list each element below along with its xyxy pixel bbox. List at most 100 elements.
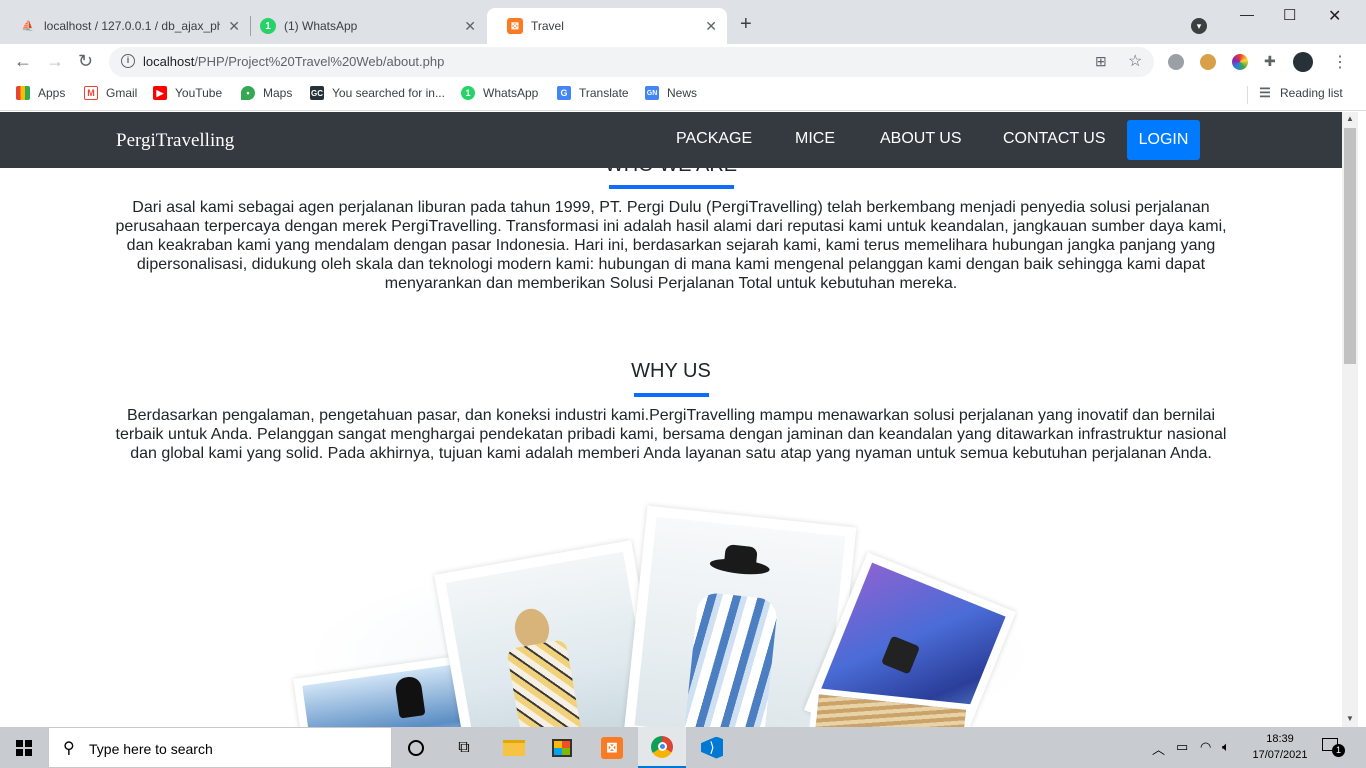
reload-icon[interactable]: ↻ (78, 52, 93, 70)
nav-mice[interactable]: MICE (795, 130, 835, 148)
reading-list-button[interactable]: ☰ Reading list (1258, 85, 1343, 100)
youtube-icon: ▶ (153, 86, 167, 100)
close-tab-icon[interactable]: ✕ (705, 18, 717, 35)
clock-time: 18:39 (1266, 733, 1294, 745)
taskbar-search-box[interactable]: ⚲ Type here to search (48, 727, 392, 768)
extension-gear-icon[interactable] (1168, 54, 1184, 70)
extensions-puzzle-icon[interactable]: ✚ (1264, 53, 1276, 70)
close-tab-icon[interactable]: ✕ (464, 18, 476, 35)
tab-phpmyadmin[interactable]: ⛵ localhost / 127.0.0.1 / db_ajax_ph ✕ (0, 8, 250, 44)
news-icon: GN (645, 86, 659, 100)
why-us-title: WHY US (631, 360, 711, 382)
maximize-icon[interactable]: ☐ (1283, 6, 1296, 24)
site-brand[interactable]: PergiTravelling (116, 130, 234, 152)
bookmark-label: Maps (263, 86, 293, 100)
xampp-taskbar-icon[interactable]: ⊠ (588, 727, 636, 768)
microsoft-store-icon[interactable] (538, 727, 586, 768)
color-extension-icon[interactable] (1232, 54, 1248, 70)
address-bar[interactable]: i localhost/PHP/Project%20Travel%20Web/a… (109, 47, 1154, 77)
file-explorer-icon[interactable] (490, 727, 538, 768)
translate-icon: G (557, 86, 571, 100)
bookmark-label: WhatsApp (483, 86, 539, 100)
maps-icon: • (241, 86, 255, 100)
browser-toolbar: ← → ↻ i localhost/PHP/Project%20Travel%2… (0, 44, 1366, 80)
scrollbar-thumb[interactable] (1344, 128, 1356, 364)
whatsapp-icon: 1 (260, 18, 276, 34)
site-navbar: PergiTravelling PACKAGE MICE ABOUT US CO… (0, 112, 1342, 168)
bookmark-youtube[interactable]: ▶ YouTube (153, 86, 222, 100)
wifi-icon[interactable]: ◠ (1200, 739, 1211, 755)
browser-tab-strip: ⛵ localhost / 127.0.0.1 / db_ajax_ph ✕ 1… (0, 0, 1366, 44)
bookmark-maps[interactable]: • Maps (241, 86, 292, 100)
apps-grid-icon (16, 86, 30, 100)
bookmark-label: You searched for in... (332, 86, 445, 100)
bookmark-star-icon[interactable]: ☆ (1128, 51, 1142, 71)
tab-title: localhost / 127.0.0.1 / db_ajax_ph (44, 19, 220, 33)
tab-title: Travel (531, 19, 564, 33)
bookmarks-bar: Apps M Gmail ▶ YouTube • Maps GC You sea… (0, 80, 1366, 111)
gc-icon: GC (310, 86, 324, 100)
battery-icon[interactable]: ▭ (1176, 739, 1188, 755)
phpmyadmin-icon: ⛵ (21, 20, 35, 32)
bookmark-gmail[interactable]: M Gmail (84, 86, 137, 100)
browser-menu-icon[interactable]: ⋮ (1332, 52, 1348, 72)
whatsapp-icon: 1 (461, 86, 475, 100)
section-underline (609, 185, 734, 189)
reading-list-icon: ☰ (1259, 85, 1271, 100)
show-hidden-icons-icon[interactable]: ︿ (1152, 739, 1165, 758)
bookmark-apps[interactable]: Apps (16, 86, 65, 100)
nav-about-us[interactable]: ABOUT US (880, 130, 962, 148)
gmail-icon: M (84, 86, 98, 100)
profile-avatar[interactable] (1293, 52, 1313, 72)
page-scrollbar[interactable]: ▲ ▼ (1342, 112, 1358, 727)
cortana-icon[interactable] (392, 727, 440, 768)
scroll-up-icon[interactable]: ▲ (1346, 114, 1354, 123)
windows-logo-icon (16, 739, 32, 756)
tab-title: (1) WhatsApp (284, 19, 358, 33)
site-info-icon[interactable]: i (121, 54, 135, 68)
clock-date: 17/07/2021 (1252, 749, 1308, 761)
close-window-icon[interactable]: ✕ (1328, 6, 1341, 26)
minimize-icon[interactable]: — (1240, 6, 1254, 22)
tab-travel[interactable]: ⊠ Travel ✕ (487, 8, 727, 44)
new-tab-button[interactable]: + (740, 14, 752, 34)
bookmark-search[interactable]: GC You searched for in... (310, 86, 445, 100)
nav-contact-us[interactable]: CONTACT US (1003, 130, 1106, 148)
cookie-extension-icon[interactable] (1200, 54, 1216, 70)
search-icon: ⚲ (63, 740, 75, 757)
reading-list-label: Reading list (1280, 86, 1343, 100)
action-center-icon[interactable]: 1 (1322, 738, 1345, 757)
vscode-taskbar-icon[interactable]: ⟩ (688, 727, 736, 768)
url-text: localhost/PHP/Project%20Travel%20Web/abo… (143, 54, 445, 69)
forward-icon[interactable]: → (46, 52, 64, 70)
close-tab-icon[interactable]: ✕ (228, 18, 240, 35)
travel-photo-collage (293, 505, 1040, 727)
system-clock[interactable]: 18:39 17/07/2021 (1244, 731, 1316, 763)
windows-taskbar: ⚲ Type here to search ⧉ ⊠ ⟩ ︿ ▭ ◠ 🔈︎ 18:… (0, 727, 1366, 768)
nav-package[interactable]: PACKAGE (676, 130, 752, 148)
tab-search-icon[interactable]: ▾ (1191, 18, 1207, 34)
back-icon[interactable]: ← (14, 52, 32, 70)
xampp-icon: ⊠ (507, 18, 523, 34)
bookmarks-divider (1247, 86, 1248, 104)
task-view-icon[interactable]: ⧉ (440, 727, 488, 768)
page-viewport[interactable]: PergiTravelling PACKAGE MICE ABOUT US CO… (0, 112, 1342, 727)
tab-whatsapp[interactable]: 1 (1) WhatsApp ✕ (240, 8, 486, 44)
section-underline (634, 393, 709, 397)
bookmark-news[interactable]: GN News (645, 86, 697, 100)
notification-badge: 1 (1332, 744, 1345, 757)
translate-page-icon[interactable]: ⊞ (1095, 53, 1107, 70)
bookmark-label: News (667, 86, 698, 100)
bookmark-label: Gmail (106, 86, 138, 100)
chrome-taskbar-icon[interactable] (638, 727, 686, 768)
bookmark-whatsapp[interactable]: 1 WhatsApp (461, 86, 538, 100)
bookmark-label: YouTube (175, 86, 223, 100)
start-button[interactable] (0, 727, 48, 768)
bookmark-translate[interactable]: G Translate (557, 86, 629, 100)
login-button[interactable]: LOGIN (1127, 120, 1200, 160)
who-we-are-text: Dari asal kami sebagai agen perjalanan l… (115, 199, 1227, 292)
why-us-text: Berdasarkan pengalaman, pengetahuan pasa… (115, 407, 1227, 462)
scroll-down-icon[interactable]: ▼ (1346, 714, 1354, 723)
bookmark-label: Translate (579, 86, 629, 100)
volume-icon[interactable]: 🔈︎ (1222, 739, 1230, 755)
